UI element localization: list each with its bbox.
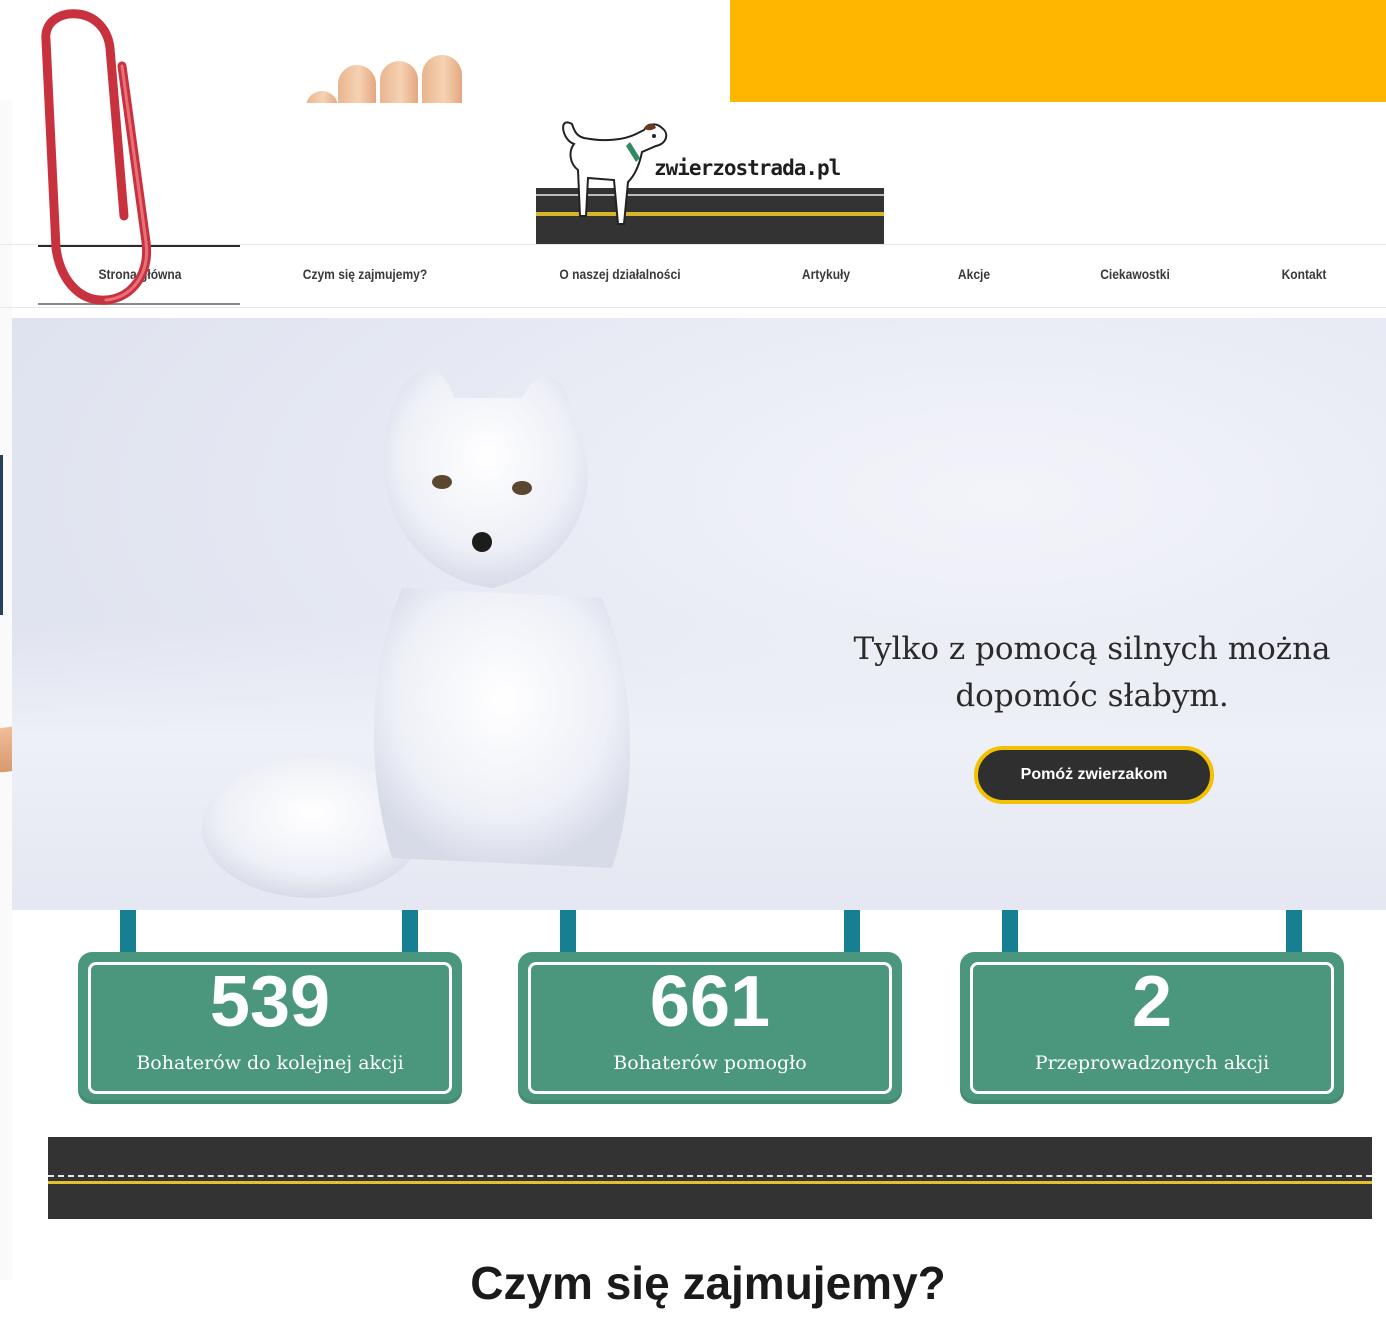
nav-item-o-naszej-dzialalnosci[interactable]: O naszej działalności — [534, 245, 706, 305]
nav-item-czym-sie-zajmujemy[interactable]: Czym się zajmujemy? — [283, 245, 446, 305]
stat-number: 539 — [209, 962, 331, 1042]
left-edge-tab — [0, 455, 3, 615]
sign-post — [1286, 910, 1302, 956]
hero-quote: Tylko z pomocą silnych można dopomóc sła… — [832, 626, 1352, 720]
stat-label: Bohaterów do kolejnej akcji — [136, 1052, 404, 1074]
stat-sign-actions: 2 Przeprowadzonych akcji — [960, 910, 1344, 1104]
hero-quote-line1: Tylko z pomocą silnych można — [853, 631, 1331, 667]
stat-number: 661 — [649, 962, 771, 1042]
section-title: Czym się zajmujemy? — [470, 1257, 946, 1309]
stat-sign-heroes-helped: 661 Bohaterów pomogło — [518, 910, 902, 1104]
sign-post — [120, 910, 136, 956]
stat-number: 2 — [1131, 962, 1173, 1042]
nav-item-akcje[interactable]: Akcje — [940, 245, 1009, 305]
sign-post — [402, 910, 418, 956]
logo-text: zwierzostrada.pl — [654, 156, 841, 180]
road-divider — [48, 1137, 1372, 1219]
site-logo[interactable]: zwierzostrada.pl — [536, 104, 884, 244]
sign-post — [1002, 910, 1018, 956]
hero-quote-line2: dopomóc słabym. — [955, 678, 1229, 714]
hero-banner: Tylko z pomocą silnych można dopomóc sła… — [12, 318, 1386, 910]
yellow-banner-block — [730, 0, 1386, 102]
stat-label: Przeprowadzonych akcji — [1034, 1052, 1270, 1074]
sign-board: 539 Bohaterów do kolejnej akcji — [78, 952, 462, 1104]
stat-sign-heroes-next: 539 Bohaterów do kolejnej akcji — [78, 910, 462, 1104]
sign-board: 661 Bohaterów pomogło — [518, 952, 902, 1104]
sign-post — [560, 910, 576, 956]
paperclip-icon — [41, 9, 152, 305]
nav-item-kontakt[interactable]: Kontakt — [1263, 245, 1346, 305]
nav-item-ciekawostki[interactable]: Ciekawostki — [1079, 245, 1191, 305]
main-nav: Strona główna Czym się zajmujemy? O nasz… — [0, 244, 1386, 308]
fingers-photo-fragment — [300, 55, 470, 103]
arctic-fox-image — [202, 369, 631, 898]
sign-board: 2 Przeprowadzonych akcji — [960, 952, 1344, 1104]
sign-post — [844, 910, 860, 956]
help-animals-button[interactable]: Pomóż zwierzakom — [974, 746, 1214, 804]
nav-item-artykuly[interactable]: Artykuły — [783, 245, 869, 305]
stat-label: Bohaterów pomogło — [613, 1052, 807, 1074]
